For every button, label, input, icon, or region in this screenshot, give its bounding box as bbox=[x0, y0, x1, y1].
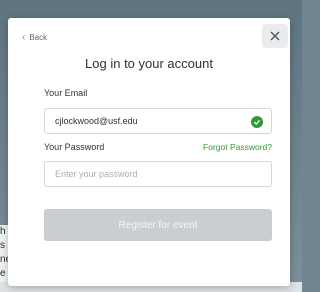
background-text-line: s bbox=[0, 240, 5, 251]
check-circle-icon bbox=[251, 116, 263, 128]
modal-title: Log in to your account bbox=[85, 56, 213, 71]
background-text-line: h bbox=[0, 226, 6, 237]
background-text-line: e bbox=[0, 268, 6, 279]
password-field[interactable]: Enter your password bbox=[44, 161, 272, 187]
back-link[interactable]: ‹ Back bbox=[22, 31, 48, 43]
chevron-left-icon: ‹ bbox=[22, 31, 26, 43]
login-modal: ‹ Back Log in to your account Your Email… bbox=[8, 18, 290, 286]
back-label: Back bbox=[29, 33, 48, 42]
close-button[interactable] bbox=[262, 24, 288, 48]
email-label: Your Email bbox=[44, 88, 88, 98]
forgot-password-link[interactable]: Forgot Password? bbox=[203, 142, 272, 152]
register-button[interactable]: Register for event bbox=[44, 209, 272, 241]
close-icon bbox=[270, 31, 280, 41]
password-label: Your Password bbox=[44, 142, 105, 152]
email-field[interactable]: cjlockwood@usf.edu bbox=[44, 108, 272, 134]
email-value: cjlockwood@usf.edu bbox=[55, 116, 138, 126]
password-placeholder: Enter your password bbox=[55, 169, 138, 179]
